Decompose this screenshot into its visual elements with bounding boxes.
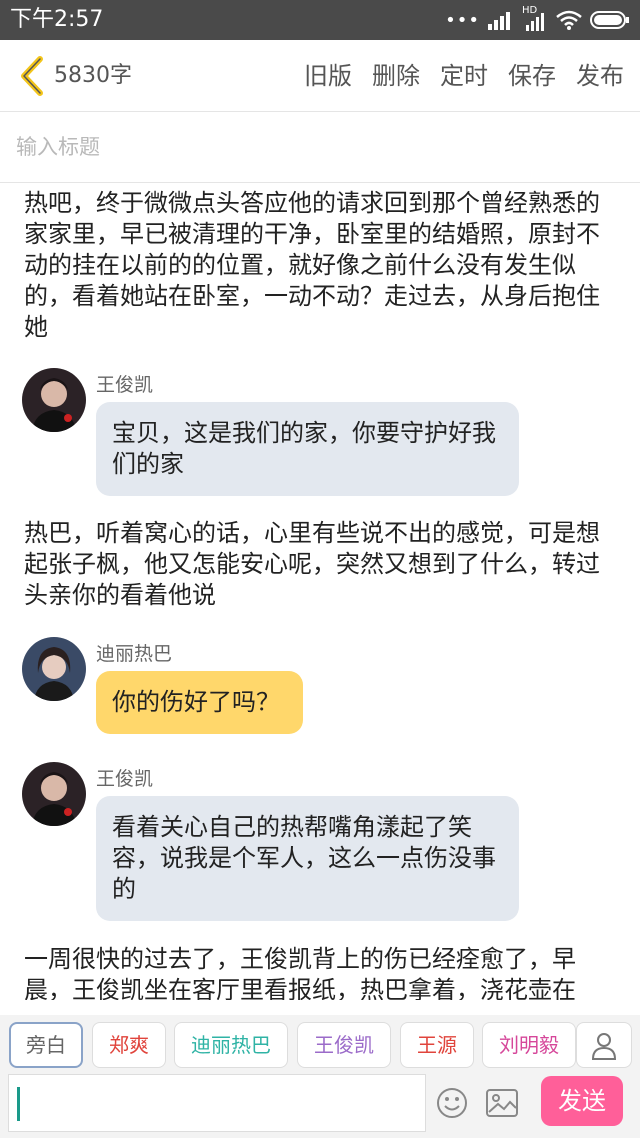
status-icons: ••• HD	[445, 5, 630, 32]
speaker-name: 王俊凯	[96, 374, 154, 396]
battery-icon	[590, 11, 629, 29]
publish-button[interactable]: 发布	[576, 58, 624, 94]
avatar	[22, 368, 86, 432]
character-tag[interactable]: 迪丽热巴	[174, 1022, 288, 1068]
old-version-button[interactable]: 旧版	[304, 58, 352, 94]
message-bubble: 看着关心自己的热帮嘴角漾起了笑容，说我是个军人，这么一点伤没事的	[96, 796, 519, 921]
avatar	[22, 762, 86, 826]
word-count: 5830字	[54, 63, 132, 88]
hd-signal-icon: HD	[522, 5, 548, 31]
send-button[interactable]: 发送	[541, 1076, 623, 1126]
person-icon	[591, 1033, 617, 1060]
story-content[interactable]: 热吧，终于微微点头答应他的请求回到那个曾经熟悉的家家里，早已被清理的干净，卧室里…	[0, 184, 640, 1000]
wifi-icon	[556, 10, 582, 30]
schedule-button[interactable]: 定时	[440, 58, 488, 94]
add-character-button[interactable]	[576, 1022, 632, 1068]
character-tag[interactable]: 郑爽	[92, 1022, 166, 1068]
message-bubble: 宝贝，这是我们的家，你要守护好我们的家	[96, 402, 519, 496]
narration-block: 热巴，听着窝心的话，心里有些说不出的感觉，可是想起张子枫，他又怎能安心呢，突然又…	[24, 519, 600, 609]
avatar	[22, 637, 86, 701]
delete-button[interactable]: 删除	[372, 58, 420, 94]
signal-icon	[488, 12, 510, 30]
character-tag-narrator[interactable]: 旁白	[9, 1022, 83, 1068]
back-chevron-icon[interactable]	[14, 54, 50, 98]
toolbar-actions: 旧版 删除 定时 保存 发布	[304, 58, 624, 94]
character-tag[interactable]: 刘明毅	[482, 1022, 576, 1068]
status-bar: 下午2:57 ••• HD	[0, 0, 640, 40]
character-tag[interactable]: 王俊凯	[297, 1022, 391, 1068]
character-tag[interactable]: 王源	[400, 1022, 474, 1068]
composer-bar: 发送	[0, 1070, 640, 1138]
speaker-name: 王俊凯	[96, 768, 154, 790]
narration-block: 热吧，终于微微点头答应他的请求回到那个曾经熟悉的家家里，早已被清理的干净，卧室里…	[24, 189, 600, 341]
title-placeholder: 输入标题	[16, 135, 100, 159]
message-bubble: 你的伤好了吗？	[96, 671, 303, 734]
save-button[interactable]: 保存	[508, 58, 556, 94]
message-input[interactable]	[8, 1074, 426, 1132]
status-time: 下午2:57	[10, 7, 104, 32]
narration-block: 一周很快的过去了，王俊凯背上的伤已经痊愈了，早晨，王俊凯坐在客厅里看报纸，热巴拿…	[24, 945, 576, 1000]
emoji-icon[interactable]	[435, 1086, 469, 1120]
speaker-name: 迪丽热巴	[96, 643, 173, 665]
editor-toolbar: 5830字 旧版 删除 定时 保存 发布	[0, 40, 640, 112]
image-icon[interactable]	[485, 1088, 519, 1118]
more-dots-icon: •••	[445, 9, 480, 31]
title-input[interactable]: 输入标题	[0, 113, 640, 183]
text-caret	[17, 1087, 20, 1121]
character-tag-bar: 旁白 郑爽 迪丽热巴 王俊凯 王源 刘明毅	[0, 1015, 640, 1077]
